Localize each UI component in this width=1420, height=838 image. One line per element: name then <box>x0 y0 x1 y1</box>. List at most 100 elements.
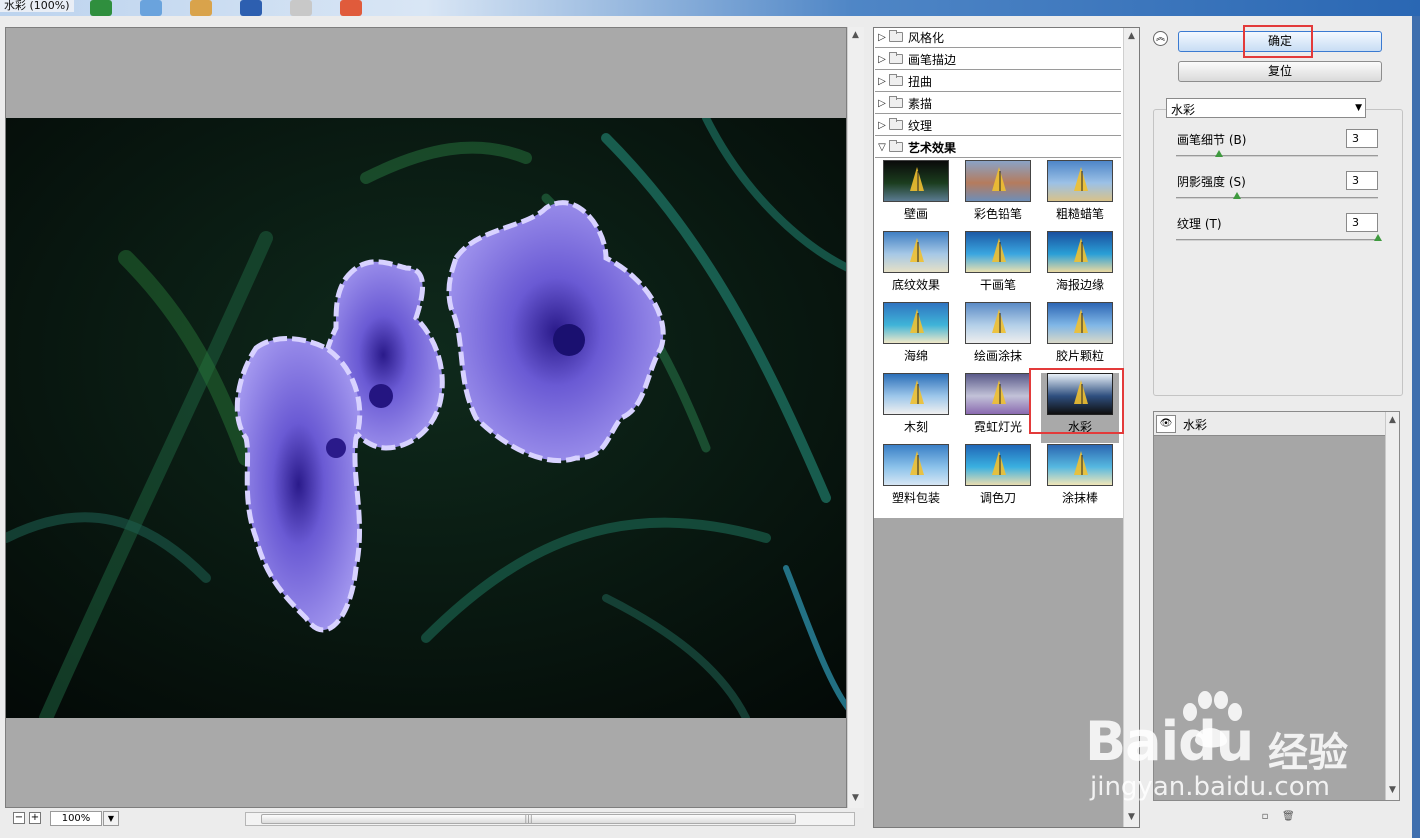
gallery-scrollbar[interactable]: ▲ ▼ <box>1123 28 1139 827</box>
scroll-down-arrow-icon[interactable]: ▼ <box>852 793 859 803</box>
effect-layer-row[interactable]: 👁 水彩 <box>1154 412 1386 436</box>
filter-preview-image <box>965 302 1031 344</box>
filter-label: 底纹效果 <box>891 278 940 292</box>
filter-label: 海报边缘 <box>1055 278 1104 292</box>
filter-label: 木刻 <box>903 420 928 434</box>
effect-layer-name: 水彩 <box>1183 418 1208 432</box>
param-slider-track[interactable] <box>1176 197 1378 199</box>
filter-preview-image <box>883 160 949 202</box>
selection-highlight-box <box>1029 368 1124 434</box>
filter-thumbnail[interactable]: 调色刀 <box>959 444 1037 514</box>
filter-folder[interactable]: ▷ 素描 <box>875 93 1121 114</box>
collapsed-triangle-icon[interactable]: ▷ <box>875 98 889 109</box>
filter-label: 海绵 <box>903 349 928 363</box>
filter-folder[interactable]: ▷ 画笔描边 <box>875 49 1121 70</box>
gallery-empty-area <box>874 518 1124 827</box>
filter-preview-image <box>883 444 949 486</box>
param-slider-knob[interactable] <box>1374 234 1382 241</box>
filter-thumbnail[interactable]: 塑料包装 <box>877 444 955 514</box>
filter-thumbnail[interactable]: 干画笔 <box>959 231 1037 301</box>
scroll-down-arrow-icon[interactable]: ▼ <box>1128 812 1135 822</box>
filter-thumbnail[interactable]: 胶片颗粒 <box>1041 302 1119 372</box>
scroll-up-arrow-icon[interactable]: ▲ <box>1128 31 1135 41</box>
param-value-field[interactable]: 3 <box>1346 129 1378 148</box>
param-value-field[interactable]: 3 <box>1346 213 1378 232</box>
param-slider-knob[interactable] <box>1215 150 1224 157</box>
preview-vertical-scrollbar[interactable]: ▲ ▼ <box>847 27 864 808</box>
filter-preview-image <box>965 160 1031 202</box>
filter-label: 彩色铅笔 <box>973 207 1022 221</box>
filter-preview-image <box>1047 160 1113 202</box>
param-slider-knob[interactable] <box>1232 192 1241 199</box>
folder-label: 纹理 <box>908 118 933 133</box>
filter-thumbnail[interactable]: 绘画涂抹 <box>959 302 1037 372</box>
filter-label: 壁画 <box>903 207 928 221</box>
filter-preview-image <box>883 231 949 273</box>
filter-thumbnail[interactable]: 海绵 <box>877 302 955 372</box>
new-effect-layer-icon[interactable]: ▫ <box>1259 811 1271 823</box>
filter-preview-image <box>1047 231 1113 273</box>
zoom-out-button[interactable]: − <box>13 812 25 824</box>
scroll-up-arrow-icon[interactable]: ▲ <box>852 30 859 40</box>
filter-folder[interactable]: ▷ 纹理 <box>875 115 1121 136</box>
filter-label: 涂抹棒 <box>1061 491 1098 505</box>
window-title: 水彩 (100%) <box>0 0 74 12</box>
filter-select-value: 水彩 <box>1171 103 1196 117</box>
filter-preview-image <box>965 444 1031 486</box>
window-title-bar: 水彩 (100%) <box>0 0 1420 16</box>
expanded-triangle-icon[interactable]: ▽ <box>875 142 889 153</box>
folder-label: 画笔描边 <box>908 52 957 67</box>
folder-label: 风格化 <box>908 30 945 45</box>
filter-thumbnail[interactable]: 涂抹棒 <box>1041 444 1119 514</box>
param-label: 纹理 (T) <box>1177 217 1222 231</box>
scroll-down-arrow-icon[interactable]: ▼ <box>1389 785 1396 795</box>
reset-button[interactable]: 复位 <box>1178 61 1382 82</box>
zoom-level-field[interactable]: 100% <box>50 811 102 826</box>
folder-label: 扭曲 <box>908 74 933 89</box>
zoom-dropdown-icon[interactable]: ▼ <box>103 811 119 826</box>
window-edge <box>1412 16 1420 838</box>
filter-label: 调色刀 <box>979 491 1016 505</box>
filter-preview-image <box>1047 302 1113 344</box>
filter-preview-image <box>883 373 949 415</box>
folder-icon <box>889 118 903 130</box>
scroll-thumb[interactable]: ||| <box>261 814 796 824</box>
filter-thumbnail[interactable]: 木刻 <box>877 373 955 443</box>
param-label: 画笔细节 (B) <box>1177 133 1247 147</box>
filter-thumbnail[interactable]: 彩色铅笔 <box>959 160 1037 230</box>
filter-thumbnail[interactable]: 海报边缘 <box>1041 231 1119 301</box>
filter-thumbnail[interactable]: 霓虹灯光 <box>959 373 1037 443</box>
filter-preview-image <box>883 302 949 344</box>
layers-scrollbar[interactable]: ▲ ▼ <box>1385 412 1399 800</box>
filter-preview-image <box>965 231 1031 273</box>
delete-effect-layer-icon[interactable]: 🗑 <box>1282 811 1295 823</box>
filter-thumbnail[interactable]: 壁画 <box>877 160 955 230</box>
collapsed-triangle-icon[interactable]: ▷ <box>875 32 889 43</box>
filter-thumbnail[interactable]: 底纹效果 <box>877 231 955 301</box>
preview-horizontal-scrollbar[interactable]: ||| <box>245 812 855 826</box>
collapsed-triangle-icon[interactable]: ▷ <box>875 54 889 65</box>
scroll-up-arrow-icon[interactable]: ▲ <box>1389 415 1396 425</box>
collapsed-triangle-icon[interactable]: ▷ <box>875 120 889 131</box>
dropdown-arrow-icon: ▼ <box>1355 103 1362 113</box>
filter-folder[interactable]: ▽ 艺术效果 <box>875 137 1121 158</box>
folder-icon <box>889 74 903 86</box>
collapsed-triangle-icon[interactable]: ▷ <box>875 76 889 87</box>
filter-folder[interactable]: ▷ 风格化 <box>875 27 1121 48</box>
filter-label: 胶片颗粒 <box>1055 349 1104 363</box>
param-row: 纹理 (T) 3 <box>1176 213 1382 253</box>
param-slider-track[interactable] <box>1176 155 1378 157</box>
filter-label: 绘画涂抹 <box>973 349 1022 363</box>
preview-image <box>6 118 846 718</box>
preview-canvas[interactable] <box>5 27 847 808</box>
filter-thumbnail[interactable]: 粗糙蜡笔 <box>1041 160 1119 230</box>
filter-label: 霓虹灯光 <box>973 420 1022 434</box>
param-slider-track[interactable] <box>1176 239 1378 241</box>
collapse-gallery-icon[interactable]: ︽ <box>1153 31 1168 46</box>
zoom-in-button[interactable]: + <box>29 812 41 824</box>
visibility-eye-icon[interactable]: 👁 <box>1156 415 1176 433</box>
filter-select-dropdown[interactable]: 水彩 ▼ <box>1166 98 1366 118</box>
param-value-field[interactable]: 3 <box>1346 171 1378 190</box>
filter-folder[interactable]: ▷ 扭曲 <box>875 71 1121 92</box>
filter-label: 粗糙蜡笔 <box>1055 207 1104 221</box>
